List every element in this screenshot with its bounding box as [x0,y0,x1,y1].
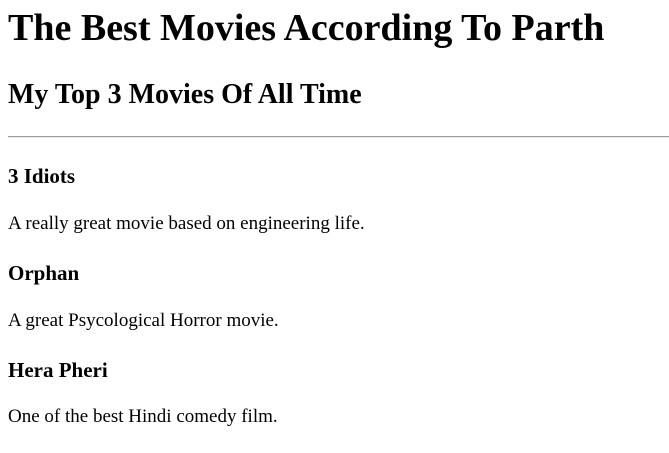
page-title: The Best Movies According To Parth [8,7,605,49]
movie-title: Orphan [8,261,80,285]
movie-description: A really great movie based on engineerin… [8,213,365,234]
movie-title: 3 Idiots [8,164,76,188]
horizontal-divider [8,136,669,138]
movie-title: Hera Pheri [8,358,108,382]
movie-description: A great Psycological Horror movie. [8,310,279,331]
page-subtitle: My Top 3 Movies Of All Time [8,79,362,110]
movie-description: One of the best Hindi comedy film. [8,406,278,427]
